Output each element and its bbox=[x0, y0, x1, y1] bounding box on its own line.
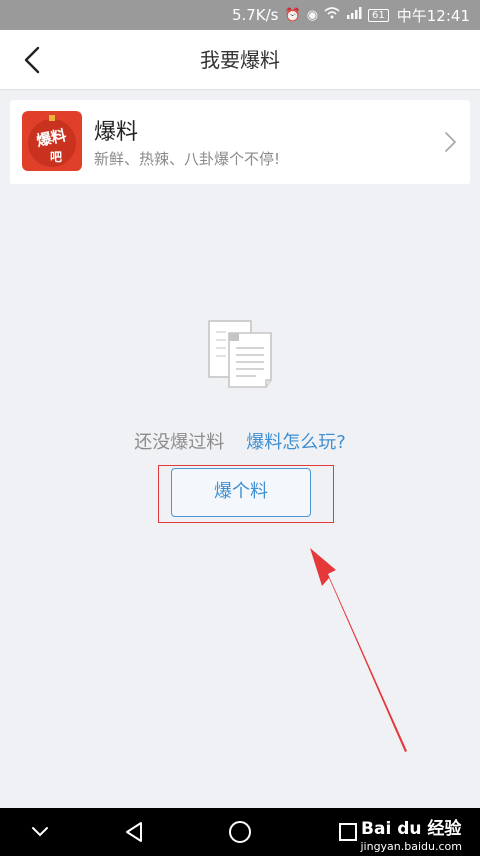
document-icon bbox=[206, 318, 278, 390]
signal-icon bbox=[346, 7, 362, 23]
chevron-left-icon bbox=[24, 46, 40, 74]
how-to-play-link[interactable]: 爆料怎么玩? bbox=[246, 432, 346, 453]
clock: 中午12:41 bbox=[396, 6, 470, 25]
chevron-down-icon bbox=[32, 827, 48, 837]
square-recents-icon bbox=[339, 823, 357, 841]
eye-icon: ◉ bbox=[306, 7, 319, 23]
baoliao-logo: 爆料 吧 bbox=[22, 111, 82, 171]
chevron-right-icon bbox=[440, 130, 460, 154]
circle-home-icon bbox=[229, 821, 251, 843]
navigation-bar: Bai du 经验 jingyan.baidu.com bbox=[0, 808, 480, 856]
battery-icon: 61 bbox=[368, 8, 389, 22]
page-title: 我要爆料 bbox=[200, 48, 280, 72]
svg-text:吧: 吧 bbox=[50, 150, 62, 164]
wifi-icon bbox=[324, 7, 340, 23]
watermark-brand: Bai du 经验 bbox=[361, 819, 462, 839]
nav-home-button[interactable] bbox=[224, 816, 256, 848]
baoliao-card[interactable]: 爆料 吧 爆料 新鲜、热辣、八卦爆个不停! bbox=[10, 100, 470, 184]
card-subtitle: 新鲜、热辣、八卦爆个不停! bbox=[94, 150, 281, 168]
empty-state-row: 还没爆过料 爆料怎么玩? bbox=[0, 428, 480, 454]
triangle-back-icon bbox=[126, 822, 142, 842]
baidu-jingyan-watermark: Bai du 经验 jingyan.baidu.com bbox=[360, 818, 462, 854]
header: 我要爆料 bbox=[0, 30, 480, 90]
back-button[interactable] bbox=[14, 42, 50, 78]
alarm-icon: ⏰ bbox=[284, 7, 301, 23]
baoliao-button[interactable]: 爆个料 bbox=[171, 468, 311, 517]
watermark-url: jingyan.baidu.com bbox=[360, 840, 462, 853]
nav-back-button[interactable] bbox=[118, 816, 150, 848]
network-speed: 5.7K/s bbox=[231, 6, 279, 24]
empty-state-text: 还没爆过料 bbox=[134, 432, 225, 453]
card-title: 爆料 bbox=[94, 120, 139, 145]
status-bar: 5.7K/s ⏰ ◉ 61 中午12:41 bbox=[0, 0, 480, 30]
nav-hide-button[interactable] bbox=[24, 816, 56, 848]
